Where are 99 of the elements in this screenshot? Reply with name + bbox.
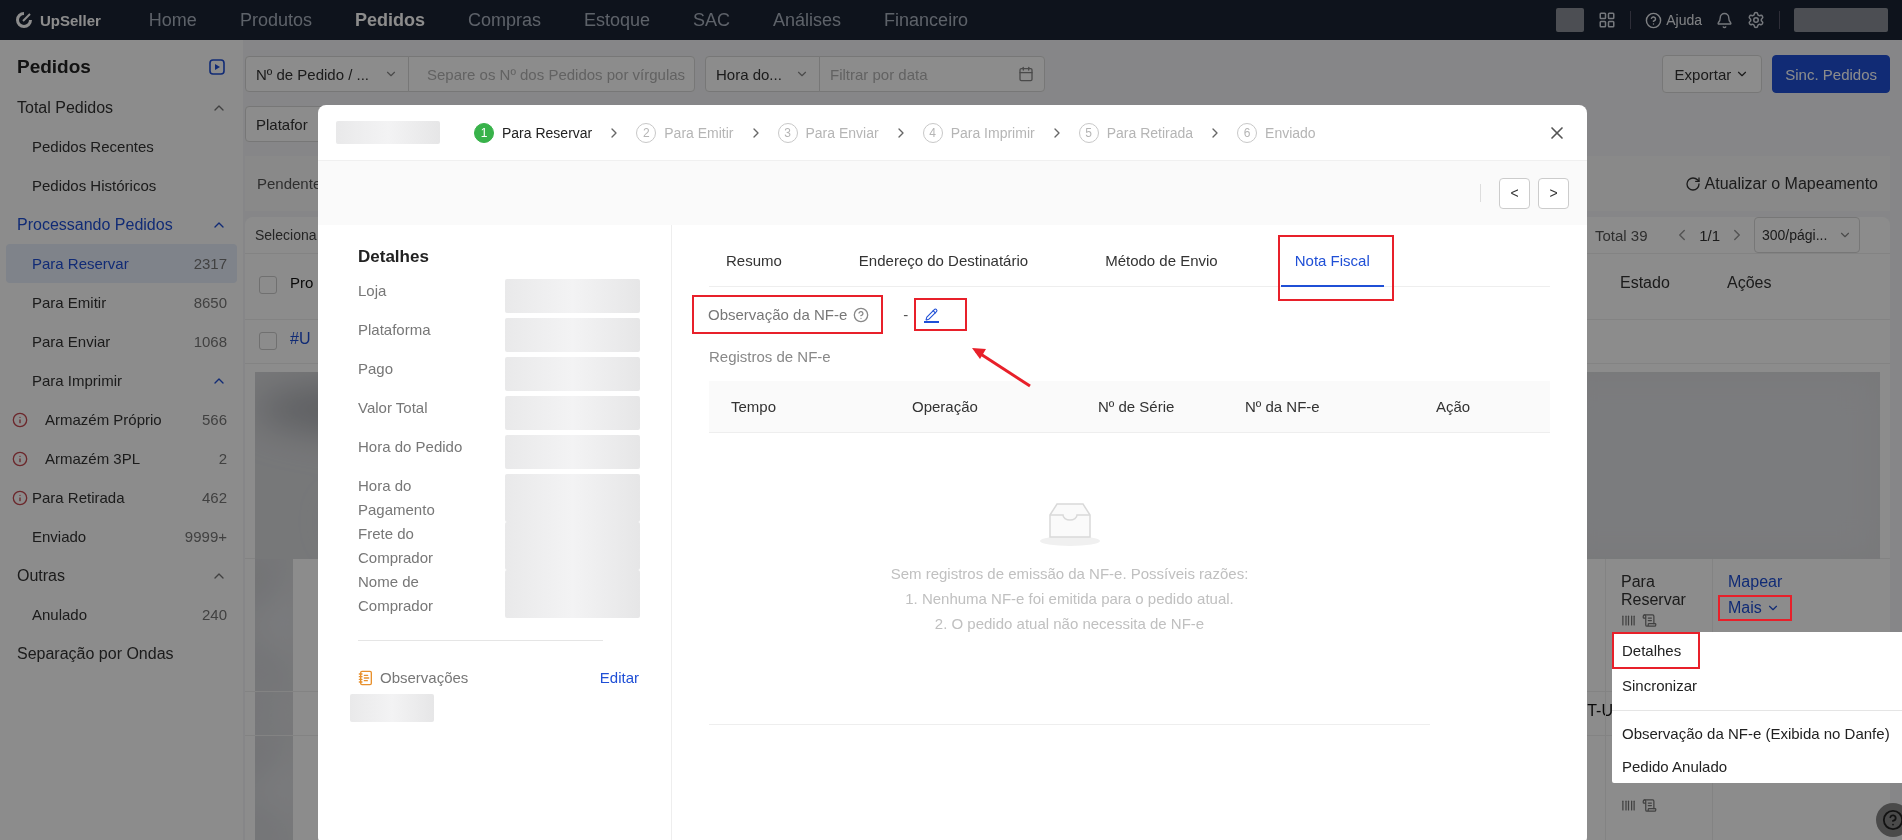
help-icon (1645, 11, 1663, 29)
refresh-icon (1684, 175, 1701, 192)
sidebar-item[interactable]: Para Imprimir (6, 361, 237, 400)
play-square-icon[interactable] (209, 59, 225, 75)
sidebar-group[interactable]: Processando Pedidos (6, 205, 237, 244)
detail-label: Frete do Comprador (358, 524, 435, 568)
detail-label: Nome de Comprador (358, 572, 435, 616)
nav-item[interactable]: Compras (467, 9, 541, 31)
nav-item[interactable]: Produtos (239, 9, 312, 31)
sidebar-title: Pedidos (17, 56, 91, 78)
sync-orders-button[interactable]: Sinc. Pedidos (1772, 55, 1890, 93)
nav-item[interactable]: SAC (693, 9, 731, 31)
sidebar-item[interactable]: Pedidos Históricos (6, 166, 237, 205)
edit-button[interactable] (914, 298, 968, 331)
step: 1 Para Reservar (474, 122, 593, 143)
empty-inbox-icon (1037, 501, 1102, 547)
column-header: Pro (290, 274, 314, 291)
column-header: Ações (1727, 274, 1772, 292)
order-field-select[interactable]: Nº de Pedido / ... (245, 56, 409, 92)
sidebar-item[interactable]: Para Emitir 8650 (6, 283, 237, 322)
nfe-note-value: - (903, 306, 909, 323)
logo-icon (14, 10, 34, 30)
column-header: Nº de Série (1098, 398, 1176, 415)
column-header: Ação (1436, 398, 1472, 415)
note-icon (358, 669, 374, 686)
help-icon (853, 306, 870, 323)
detail-label: Hora do Pedido (358, 437, 464, 457)
sidebar-group[interactable]: Total Pedidos (6, 88, 237, 127)
menu-item[interactable]: Detalhes (1612, 632, 1700, 669)
step: 3 Para Enviar (777, 122, 879, 143)
checkbox[interactable] (259, 276, 277, 294)
step: 2 Para Emitir (636, 122, 734, 143)
records-title: Registros de NF-e (709, 348, 832, 365)
sidebar-item[interactable]: Para Enviar 1068 (6, 322, 237, 361)
total-count: Total 39 (1595, 226, 1648, 244)
details-title: Detalhes (358, 247, 430, 267)
page-size-select[interactable]: 300/pági... (1754, 217, 1860, 253)
sidebar-item[interactable]: Para Retirada 462 (6, 478, 237, 517)
sidebar-item[interactable]: Enviado 9999+ (6, 517, 237, 556)
nav-item[interactable]: Pedidos (354, 9, 425, 31)
menu-item[interactable]: Pedido Anulado (1612, 750, 1902, 783)
select-label: Seleciona (255, 227, 317, 243)
calendar-icon (1018, 66, 1034, 82)
arrow-annotation (972, 348, 1031, 388)
nav-item[interactable]: Financeiro (884, 9, 969, 31)
help-link[interactable]: Ajuda (1645, 11, 1702, 29)
sidebar-item[interactable]: Anulado 240 (6, 595, 237, 634)
detail-label: Plataforma (358, 320, 432, 340)
detail-label: Valor Total (358, 398, 429, 418)
column-header: Tempo (731, 398, 778, 415)
column-header: Operação (912, 398, 979, 415)
detail-label: Loja (358, 281, 388, 301)
apps-grid-icon[interactable] (1598, 11, 1617, 29)
menu-item[interactable]: Observação da NF-e (Exibida no Danfe) (1612, 710, 1902, 750)
order-status: Para Reservar (1621, 573, 1687, 609)
checkbox[interactable] (259, 332, 277, 350)
sidebar-item[interactable]: Para Reservar 2317 (6, 244, 237, 283)
nav-item[interactable]: Análises (773, 9, 842, 31)
empty-message: Sem registros de emissão da NF-e. Possíveis razões: 1. Nenhuma NF-e foi emitida para o pedido atual. 2. O pedido atual não necessita de NF-e (890, 564, 1249, 634)
nav-item[interactable]: Home (148, 9, 197, 31)
column-header: Estado (1620, 274, 1670, 292)
step: 4 Para Imprimir (922, 122, 1035, 143)
notes-label: Observações (358, 669, 469, 686)
settings-icon[interactable] (1747, 11, 1765, 29)
barcode-icon[interactable] (1621, 613, 1636, 628)
nav-item[interactable]: Estoque (583, 9, 651, 31)
sidebar-item[interactable]: Armazém 3PL 2 (6, 439, 237, 478)
column-header: Nº da NF-e (1245, 398, 1321, 415)
pencil-icon (924, 308, 940, 323)
brand-name: UpSeller (40, 11, 101, 29)
bell-icon[interactable] (1716, 11, 1733, 29)
tab[interactable]: Nota Fiscal (1277, 235, 1394, 301)
redacted-avatar (1556, 8, 1585, 32)
sidebar-item[interactable]: Armazém Próprio 566 (6, 400, 237, 439)
time-field-select[interactable]: Hora do... (705, 56, 820, 92)
status-tab[interactable]: Pendente (257, 175, 322, 192)
edit-link[interactable]: Editar (599, 669, 639, 686)
help-icon (1882, 809, 1902, 831)
step: 5 Para Retirada (1078, 122, 1194, 143)
barcode-icon[interactable] (1621, 798, 1636, 813)
step: 6 Enviado (1237, 122, 1316, 143)
detail-label: Pago (358, 359, 395, 379)
menu-item[interactable]: Sincronizar (1612, 669, 1902, 702)
sidebar-group[interactable]: Separação por Ondas (6, 634, 237, 673)
detail-label: Hora do Pagamento (358, 476, 436, 520)
page-indicator: 1/1 (1699, 226, 1720, 244)
more-dropdown[interactable]: Mais (1718, 595, 1792, 621)
previous-order-button[interactable]: < (1499, 177, 1530, 209)
export-button[interactable]: Exportar (1661, 55, 1763, 93)
order-number-link[interactable]: #U (290, 330, 311, 348)
refresh-mapping-link[interactable]: Atualizar o Mapeamento (1684, 174, 1878, 193)
tab[interactable]: Método de Envio (1088, 235, 1242, 301)
next-order-button[interactable]: > (1538, 177, 1569, 209)
sidebar-group[interactable]: Outras (6, 556, 237, 595)
map-link[interactable]: Mapear (1728, 573, 1783, 591)
receipt-icon[interactable] (1642, 798, 1657, 813)
order-number-fragment: T-U (1587, 702, 1613, 720)
receipt-icon[interactable] (1642, 613, 1657, 628)
sidebar-item[interactable]: Pedidos Recentes (6, 127, 237, 166)
